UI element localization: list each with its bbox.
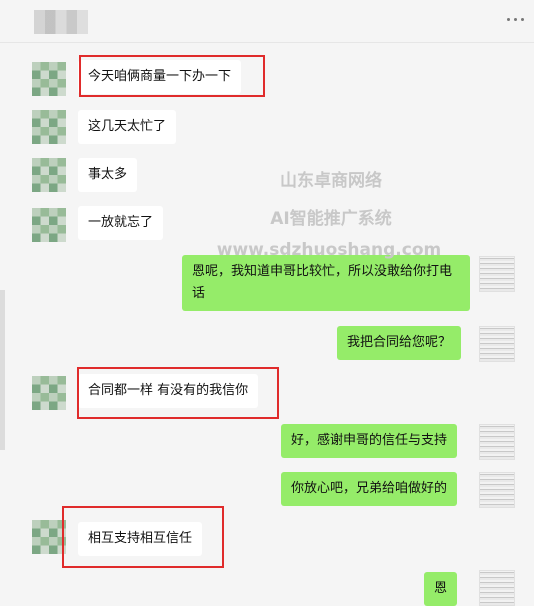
message-bubble-incoming[interactable]: 这几天太忙了 — [78, 110, 177, 144]
message-bubble-outgoing[interactable]: 好，感谢申哥的信任与支持 — [281, 424, 458, 458]
my-avatar[interactable] — [479, 326, 515, 362]
sender-avatar[interactable] — [32, 520, 66, 554]
message-bubble-outgoing[interactable]: 恩 — [424, 572, 458, 606]
my-avatar[interactable] — [479, 472, 515, 508]
my-avatar[interactable] — [479, 256, 515, 292]
sender-avatar[interactable] — [32, 110, 66, 144]
my-avatar[interactable] — [479, 570, 515, 606]
more-options-icon[interactable] — [502, 14, 524, 24]
sender-avatar[interactable] — [32, 62, 66, 96]
message-bubble-outgoing[interactable]: 你放心吧，兄弟给咱做好的 — [281, 472, 458, 506]
sender-avatar[interactable] — [32, 376, 66, 410]
sender-avatar[interactable] — [32, 208, 66, 242]
message-bubble-outgoing[interactable]: 我把合同给您呢？ — [337, 326, 462, 360]
message-bubble-incoming[interactable]: 合同都一样 有没有的我信你 — [78, 374, 259, 408]
message-bubble-incoming[interactable]: 一放就忘了 — [78, 206, 164, 240]
contact-avatar-blurred[interactable] — [34, 10, 88, 34]
sender-avatar[interactable] — [32, 158, 66, 192]
message-bubble-incoming[interactable]: 相互支持相互信任 — [78, 522, 203, 556]
message-bubble-outgoing[interactable]: 恩呢，我知道申哥比较忙，所以没敢给你打电话 — [182, 255, 470, 311]
chat-header — [0, 0, 534, 43]
my-avatar[interactable] — [479, 424, 515, 460]
scrollbar-thumb[interactable] — [0, 290, 5, 450]
message-bubble-incoming[interactable]: 事太多 — [78, 158, 138, 192]
message-bubble-incoming[interactable]: 今天咱俩商量一下办一下 — [78, 60, 242, 94]
